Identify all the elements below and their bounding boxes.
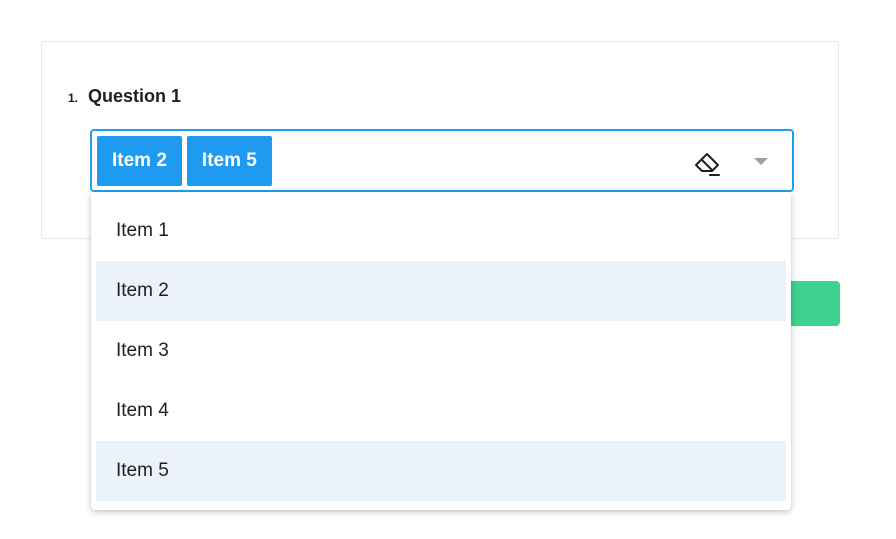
question-title: Question 1 <box>88 86 182 106</box>
list-item-label: Item 5 <box>116 460 169 481</box>
list-item-label: Item 4 <box>116 400 169 421</box>
list-item-4[interactable]: Item 4 <box>96 381 786 441</box>
list-item-1[interactable]: Item 1 <box>96 201 786 261</box>
list-item-label: Item 3 <box>116 340 169 361</box>
eraser-icon[interactable] <box>692 147 724 179</box>
list-item-label: Item 2 <box>116 280 169 301</box>
tag-label: Item 5 <box>201 150 257 171</box>
list-item-5[interactable]: Item 5 <box>96 441 786 501</box>
question-number: 1. <box>68 91 79 105</box>
survey-page: 1. Question 1 Item 2 Item 5 Item 1 Item … <box>0 0 896 539</box>
chevron-down-icon[interactable] <box>754 158 768 165</box>
dropdown-list: Item 1 Item 2 Item 3 Item 4 Item 5 <box>91 192 791 510</box>
selected-tags: Item 2 Item 5 <box>97 136 277 186</box>
list-item-3[interactable]: Item 3 <box>96 321 786 381</box>
tag-item-2[interactable]: Item 2 <box>97 136 182 186</box>
list-item-label: Item 1 <box>116 220 169 241</box>
tag-label: Item 2 <box>112 150 167 171</box>
tag-item-5[interactable]: Item 5 <box>186 136 272 186</box>
question-header: 1. Question 1 <box>68 86 181 107</box>
tagbox-input[interactable]: Item 2 Item 5 <box>90 129 794 192</box>
list-item-2[interactable]: Item 2 <box>96 261 786 321</box>
